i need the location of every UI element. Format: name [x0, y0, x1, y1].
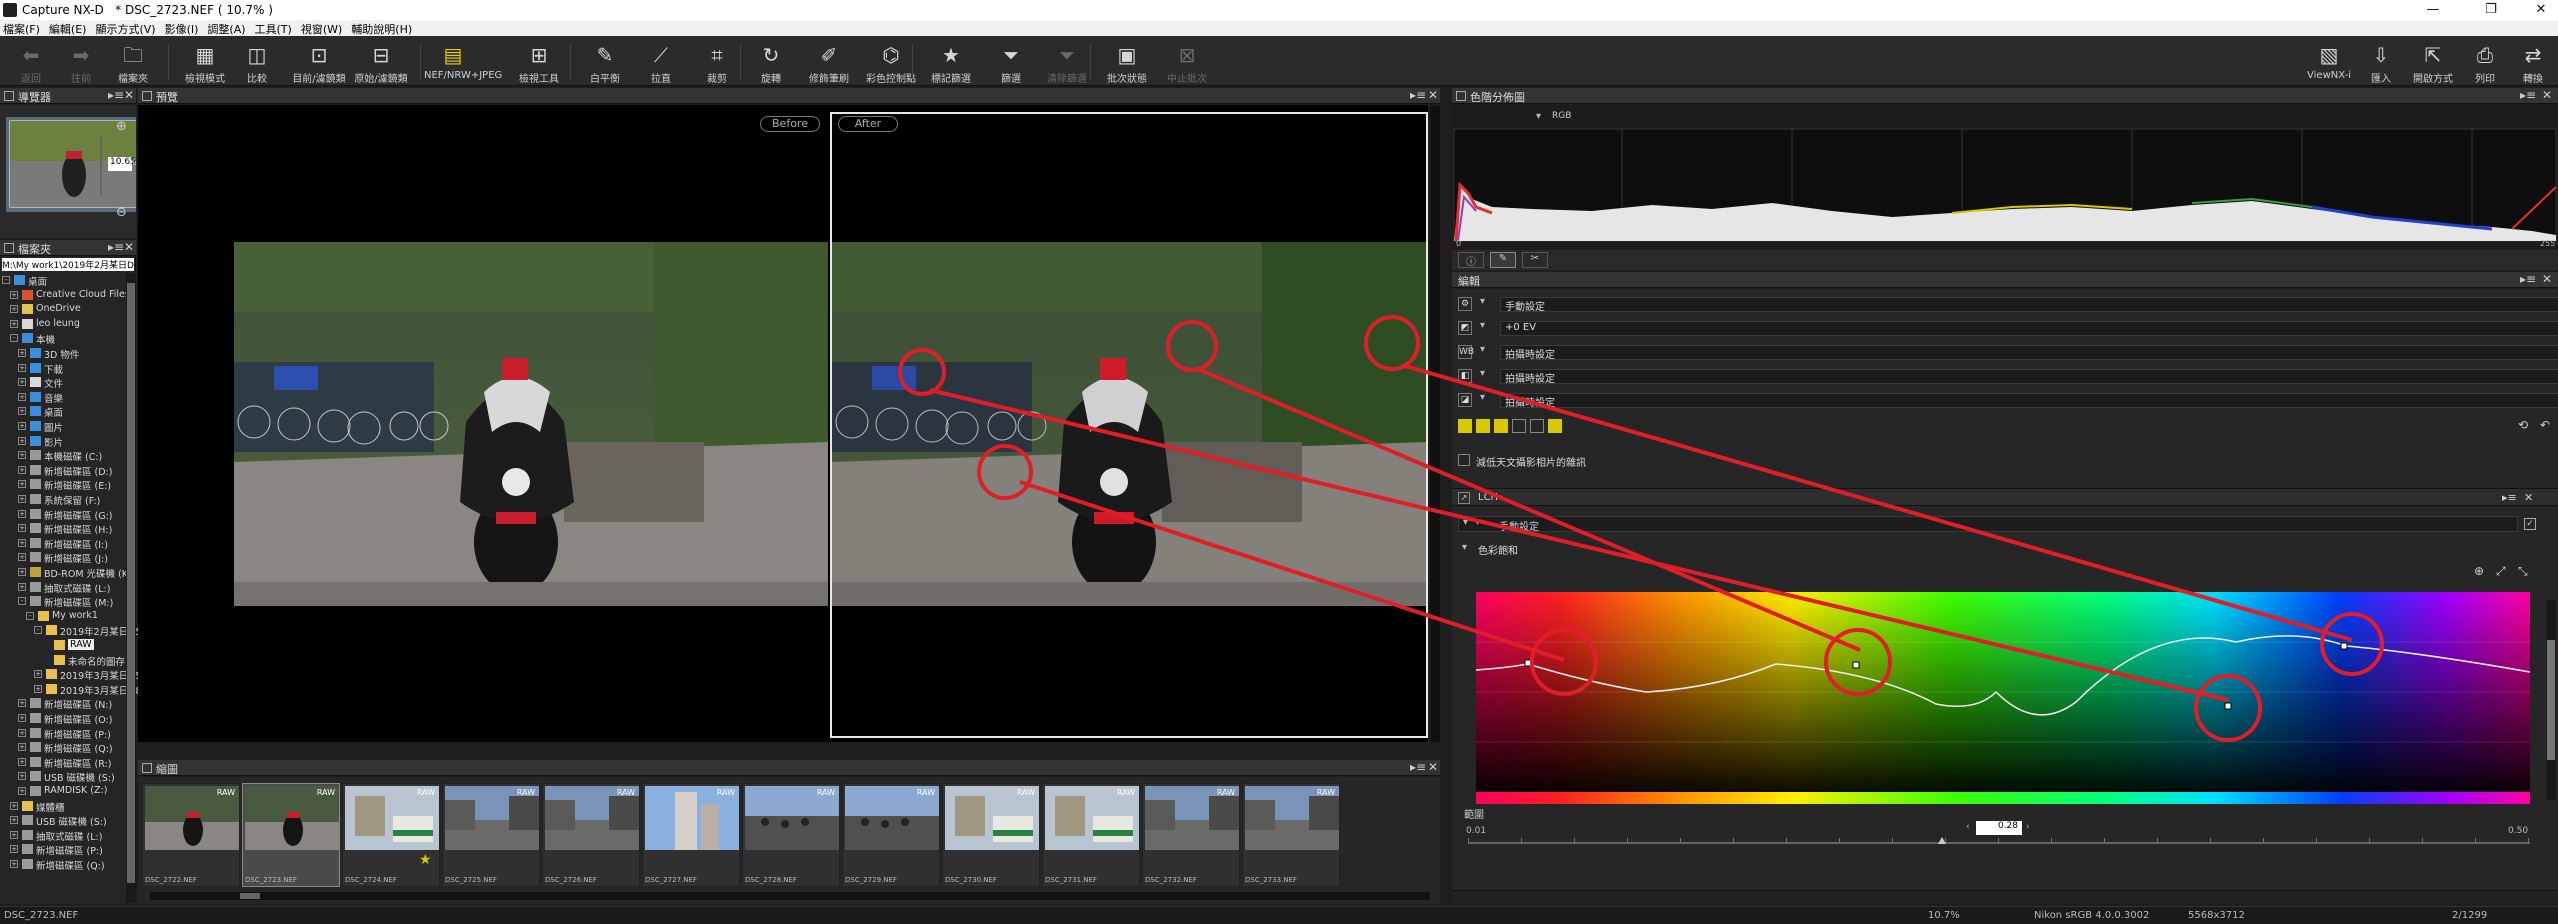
- status-profile: Nikon sRGB 4.0.0.3002: [2034, 910, 2150, 921]
- status-count: 2/1299: [2452, 910, 2488, 921]
- status-zoom: 10.7%: [1928, 910, 1960, 921]
- annotation-overlay: [898, 315, 2384, 742]
- status-file: DSC_2723.NEF: [4, 910, 79, 921]
- status-size: 5568x3712: [2188, 910, 2245, 921]
- status-bar: DSC_2723.NEF 10.7% Nikon sRGB 4.0.0.3002…: [0, 906, 2558, 924]
